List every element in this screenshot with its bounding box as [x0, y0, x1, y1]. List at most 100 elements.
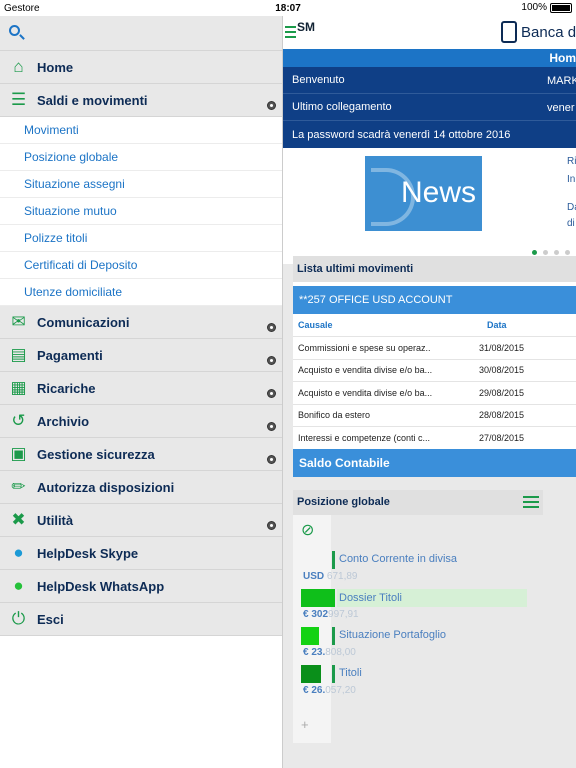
search-bar[interactable] — [0, 16, 282, 51]
movement-date: 27/08/2015 — [479, 432, 525, 443]
submenu-item-certificati[interactable]: Certificati di Deposito — [0, 252, 282, 279]
sidebar-item-utilita[interactable]: ✖ Utilità — [0, 504, 282, 537]
movement-row[interactable]: Commissioni e spese su operaz.. 31/08/201… — [293, 336, 576, 359]
sidebar-item-sicurezza[interactable]: ▣ Gestione sicurezza — [0, 438, 282, 471]
sidebar-item-ricariche[interactable]: ▦ Ricariche — [0, 372, 282, 405]
sidebar-item-label: HelpDesk Skype — [37, 545, 139, 561]
submenu-item-utenze[interactable]: Utenze domiciliate — [0, 279, 282, 306]
sidebar: ⌂ Home ☰ Saldi e movimenti Movimenti Pos… — [0, 16, 283, 768]
search-icon[interactable] — [9, 25, 20, 36]
sidebar-item-label: Ricariche — [37, 380, 96, 396]
position-amount: USD 671,89 — [303, 571, 358, 582]
positions-title: Posizione globale — [297, 496, 390, 508]
news-side-text: Ri — [567, 156, 576, 167]
position-item[interactable]: Situazione Portafoglio € 23.808,00 — [301, 627, 541, 665]
position-label: Conto Corrente in divisa — [339, 553, 458, 565]
account-selector[interactable]: **257 OFFICE USD ACCOUNT — [293, 286, 576, 314]
submenu-item-polizze-titoli[interactable]: Polizze titoli — [0, 225, 282, 252]
position-bar — [301, 665, 321, 683]
menu-toggle-icon[interactable] — [285, 26, 296, 41]
sidebar-item-archivio[interactable]: ↺ Archivio — [0, 405, 282, 438]
info-block: Benvenuto MARK Ultimo collegamento vener… — [283, 67, 576, 148]
bank-logo-icon — [501, 21, 517, 43]
carousel-dot[interactable] — [554, 250, 559, 255]
movements-panel: Lista ultimi movimenti **257 OFFICE USD … — [293, 256, 576, 477]
col-causale: Causale — [298, 320, 333, 330]
sidebar-item-home[interactable]: ⌂ Home — [0, 51, 282, 84]
position-item[interactable]: Dossier Titoli € 302997,91 — [301, 589, 541, 627]
news-side-text: di — [567, 218, 575, 229]
position-marker — [332, 665, 335, 683]
position-amount: € 23.808,00 — [303, 647, 356, 658]
movements-title: Lista ultimi movimenti — [293, 256, 576, 282]
sidebar-item-esci[interactable]: ⏻ Esci — [0, 603, 282, 636]
positions-body: ⊘ Conto Corrente in divisa USD 671,89 Do… — [293, 515, 543, 745]
tools-icon: ✖ — [11, 510, 26, 529]
movement-row[interactable]: Acquisto e vendita divise e/o ba... 30/08… — [293, 358, 576, 382]
carousel-dot[interactable] — [543, 250, 548, 255]
movement-causale: Bonifico da estero — [298, 410, 371, 421]
position-marker — [332, 627, 335, 645]
sidebar-item-label: Saldi e movimenti — [37, 92, 148, 108]
movement-causale: Interessi e competenze (conti c... — [298, 432, 431, 443]
home-title-bar[interactable]: Hom — [283, 49, 576, 67]
position-item[interactable]: Conto Corrente in divisa USD 671,89 — [301, 551, 541, 589]
sidebar-item-label: Utilità — [37, 512, 74, 528]
inbox-icon: ✉ — [11, 312, 26, 331]
sidebar-item-label: Pagamenti — [37, 347, 103, 363]
position-amount: € 26.057,20 — [303, 685, 356, 696]
battery-icon — [550, 2, 572, 13]
notification-badge-icon — [267, 356, 276, 365]
movement-date: 28/08/2015 — [479, 410, 525, 421]
position-label: Titoli — [339, 667, 362, 679]
sidebar-item-label: HelpDesk WhatsApp — [37, 578, 165, 594]
sidebar-item-label: Comunicazioni — [37, 314, 130, 330]
carousel-dot[interactable] — [565, 250, 570, 255]
bank-logo: Banca di — [501, 21, 576, 43]
col-data: Data — [487, 320, 507, 330]
sidebar-item-whatsapp[interactable]: ● HelpDesk WhatsApp — [0, 570, 282, 603]
list-view-icon[interactable] — [523, 496, 539, 511]
power-icon: ⏻ — [11, 609, 26, 628]
sidebar-item-label: Autorizza disposizioni — [37, 479, 175, 495]
positions-header: Posizione globale — [293, 490, 543, 515]
submenu-item-posizione-globale[interactable]: Posizione globale — [0, 144, 282, 171]
welcome-row: Benvenuto MARK — [283, 67, 576, 94]
news-carousel[interactable]: News Ri In Da di — [283, 148, 576, 264]
expand-plus-icon[interactable]: + — [301, 717, 309, 732]
welcome-value: MARK — [547, 75, 576, 87]
sidebar-item-autorizza[interactable]: ✏ Autorizza disposizioni — [0, 471, 282, 504]
welcome-label: Benvenuto — [292, 74, 345, 86]
last-login-label: Ultimo collegamento — [292, 101, 392, 113]
carousel-dots[interactable] — [532, 250, 570, 255]
movement-row[interactable]: Bonifico da estero 28/08/2015 — [293, 403, 576, 427]
movement-causale: Acquisto e vendita divise e/o ba... — [298, 387, 433, 398]
movement-row[interactable]: Acquisto e vendita divise e/o ba... 29/08… — [293, 381, 576, 404]
movement-row[interactable]: Interessi e competenze (conti c... 27/08/… — [293, 426, 576, 449]
last-login-row: Ultimo collegamento vener — [283, 94, 576, 121]
sidebar-item-label: Esci — [37, 611, 64, 627]
list-icon: ☰ — [10, 90, 27, 109]
saldo-contabile-button[interactable]: Saldo Contabile — [293, 448, 576, 477]
submenu-item-movimenti[interactable]: Movimenti — [0, 117, 282, 144]
movement-date: 29/08/2015 — [479, 387, 525, 398]
sidebar-item-saldi[interactable]: ☰ Saldi e movimenti — [0, 84, 282, 117]
sidebar-item-comunicazioni[interactable]: ✉ Comunicazioni — [0, 306, 282, 339]
movements-list: Commissioni e spese su operaz.. 31/08/201… — [293, 336, 576, 449]
news-image[interactable]: News — [365, 156, 482, 231]
app-logo: SM — [297, 20, 315, 34]
submenu-item-situazione-mutuo[interactable]: Situazione mutuo — [0, 198, 282, 225]
bank-name: Banca di — [521, 23, 576, 41]
main-content: SM Banca di Hom Benvenuto MARK Ultimo co… — [283, 16, 576, 768]
password-notice-text: La password scadrà venerdì 14 ottobre 20… — [292, 128, 511, 141]
hide-amounts-icon[interactable]: ⊘ — [301, 520, 314, 540]
submenu-item-situazione-assegni[interactable]: Situazione assegni — [0, 171, 282, 198]
position-item[interactable]: Titoli € 26.057,20 — [301, 665, 541, 703]
sidebar-item-skype[interactable]: ● HelpDesk Skype — [0, 537, 282, 570]
carousel-dot-active[interactable] — [532, 250, 537, 255]
sidebar-item-pagamenti[interactable]: ▤ Pagamenti — [0, 339, 282, 372]
sidebar-item-label: Gestione sicurezza — [37, 446, 155, 462]
position-bar — [301, 627, 319, 645]
movements-header: Causale Data — [293, 314, 576, 336]
sidebar-item-label: Archivio — [37, 413, 90, 429]
